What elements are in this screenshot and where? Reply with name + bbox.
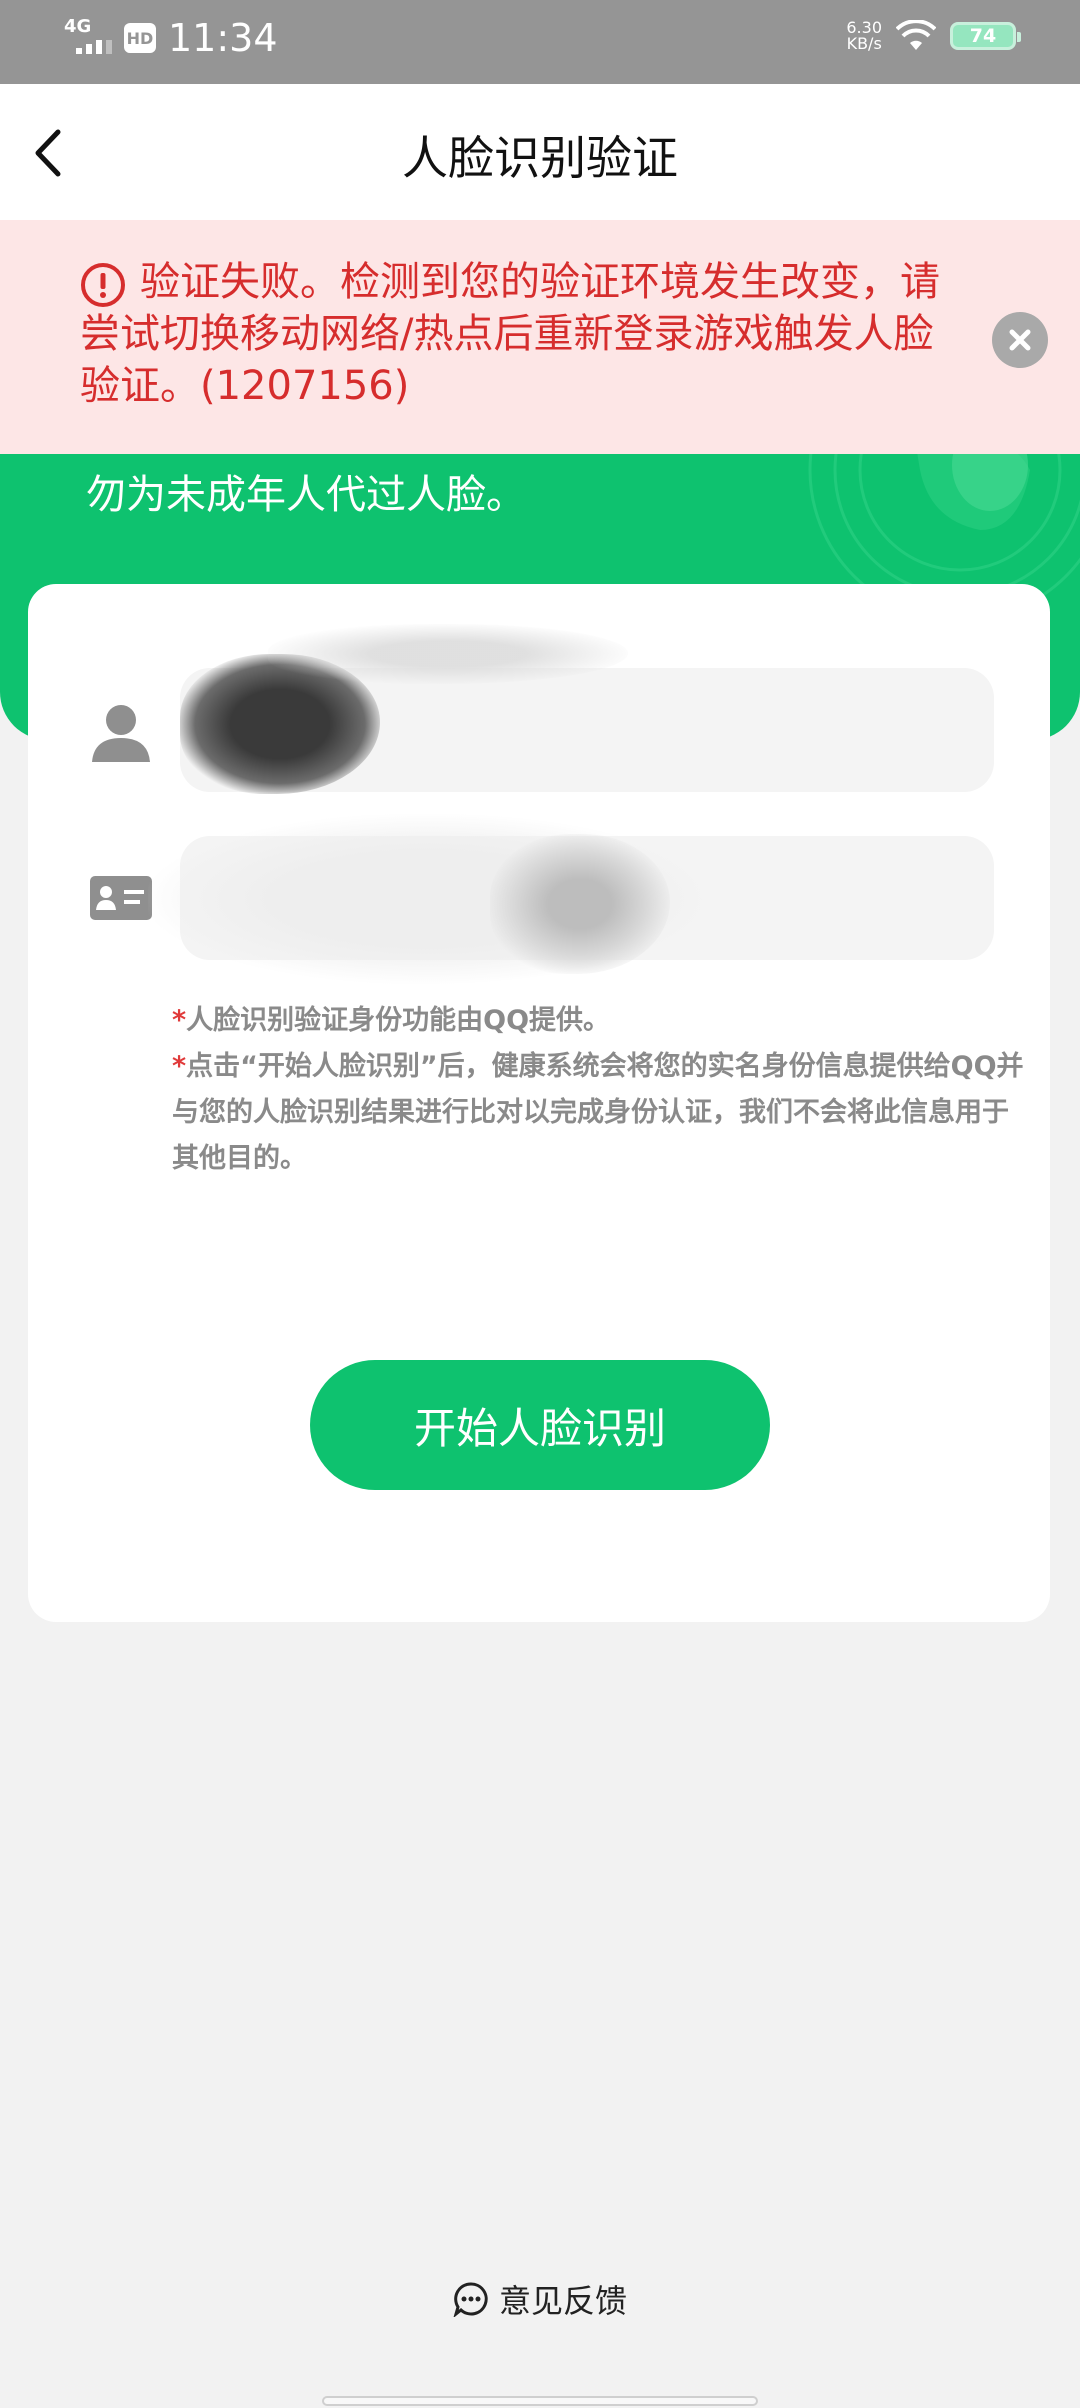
nav-header: 人脸识别验证: [0, 84, 1080, 220]
feedback-label: 意见反馈: [498, 2282, 627, 2320]
network-speed-unit: KB/s: [846, 34, 882, 53]
privacy-notes: *人脸识别验证身份功能由QQ提供。 *点击“开始人脸识别”后，健康系统会将您的实…: [172, 998, 1032, 1182]
note-asterisk: *: [172, 1005, 187, 1036]
feedback-link[interactable]: 意见反馈: [0, 2276, 1080, 2322]
id-card-icon: [90, 876, 152, 920]
network-type: 4G: [64, 16, 92, 37]
note-line-2: *点击“开始人脸识别”后，健康系统会将您的实名身份信息提供给QQ并与您的人脸识别…: [172, 1044, 1032, 1182]
wifi-icon: [896, 20, 936, 50]
close-icon: [1009, 329, 1031, 351]
cellular-signal-icon: 4G: [64, 14, 112, 62]
note-line-1: *人脸识别验证身份功能由QQ提供。: [172, 998, 1032, 1044]
verification-card: *人脸识别验证身份功能由QQ提供。 *点击“开始人脸识别”后，健康系统会将您的实…: [28, 584, 1050, 1622]
user-icon: [92, 705, 150, 762]
status-bar: 4G HD 11:34 6.30 KB/s 74: [0, 0, 1080, 84]
note-asterisk: *: [172, 1051, 187, 1082]
hd-icon: HD: [124, 23, 156, 53]
minor-warning-text: 勿为未成年人代过人脸。: [86, 472, 526, 518]
battery-level: 74: [969, 25, 997, 47]
page-title: 人脸识别验证: [402, 131, 678, 185]
status-time: 11:34: [168, 16, 278, 60]
home-indicator[interactable]: [322, 2396, 758, 2406]
note-text-1: 人脸识别验证身份功能由QQ提供。: [186, 1005, 611, 1036]
battery-icon: 74: [950, 22, 1021, 50]
close-alert-button[interactable]: [992, 312, 1048, 368]
network-speed: 6.30 KB/s: [846, 20, 882, 52]
error-message: 验证失败。检测到您的验证环境发生改变，请尝试切换移动网络/热点后重新登录游戏触发…: [80, 259, 940, 409]
start-face-recognition-button[interactable]: 开始人脸识别: [310, 1360, 770, 1490]
note-text-2: 点击“开始人脸识别”后，健康系统会将您的实名身份信息提供给QQ并与您的人脸识别结…: [172, 1051, 1024, 1174]
error-alert: 验证失败。检测到您的验证环境发生改变，请尝试切换移动网络/热点后重新登录游戏触发…: [0, 220, 1080, 454]
chat-bubble-icon: [453, 2282, 488, 2317]
